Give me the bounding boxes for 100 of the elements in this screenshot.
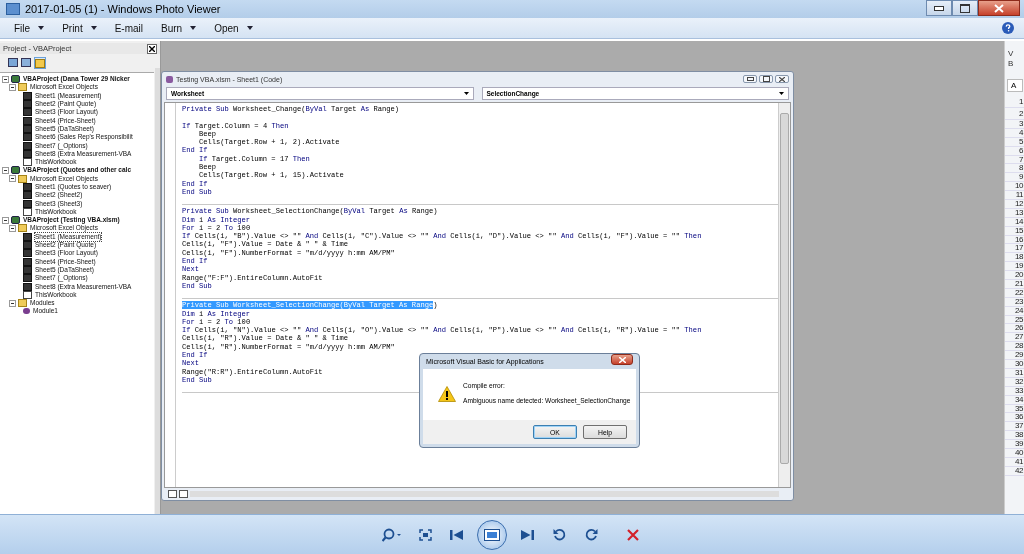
row-number: 26 [1005,324,1024,334]
row-number: 20 [1005,271,1024,281]
row-number: 39 [1005,440,1024,449]
row-number: 13 [1005,208,1024,218]
folder-icon [18,174,27,183]
menu-item[interactable]: Open [210,20,257,36]
row-number: 33 [1005,386,1024,396]
fit-icon [418,528,432,541]
row-number: 32 [1005,377,1024,387]
warning-icon [438,386,456,402]
row-number: 15 [1005,226,1024,236]
code-window-icon [166,75,173,83]
close-icon [618,356,626,363]
row-number: 10 [1005,182,1024,192]
minimize-button[interactable] [743,75,757,83]
folder-icon [18,224,27,233]
full-module-view-icon[interactable] [179,489,188,498]
caret-icon [190,26,197,30]
close-button[interactable] [978,0,1020,16]
row-number: 34 [1005,395,1024,405]
row-number: 30 [1005,360,1024,369]
row-number: 28 [1005,342,1024,352]
row-number: 21 [1005,280,1024,289]
row-number: 22 [1005,288,1024,298]
collapse-icon[interactable] [2,75,9,83]
row-number: 14 [1005,217,1024,227]
row-number: 3 [1005,120,1024,129]
caret-icon [779,92,784,95]
menu-item[interactable]: File [10,20,49,36]
close-icon [779,76,785,82]
row-number: 5 [1005,137,1024,147]
magnifier-icon [382,527,402,542]
caret-icon [463,92,469,95]
collapse-icon[interactable] [9,83,16,91]
row-number: 24 [1005,306,1024,316]
row-number: 11 [1005,191,1024,200]
row-number: 9 [1005,173,1024,183]
row-number: 1 [1005,96,1024,108]
folder-icon [18,299,27,308]
name-box[interactable]: A [1007,79,1023,92]
collapse-icon[interactable] [9,299,16,307]
procedure-view-icon[interactable] [168,489,177,498]
row-number: 36 [1005,413,1024,423]
window-title: 2017-01-05 (1) - Windows Photo Viewer [25,3,221,15]
row-number: 6 [1005,146,1024,156]
row-number: 8 [1005,164,1024,174]
row-number: 4 [1005,128,1024,138]
delete-icon [627,528,639,541]
collapse-icon[interactable] [9,225,16,232]
row-number: 7 [1005,155,1024,165]
project-icon [11,75,20,84]
maximize-button[interactable] [952,0,978,16]
row-number: 16 [1005,235,1024,245]
help-icon[interactable] [1002,22,1014,34]
row-number: 42 [1005,466,1024,476]
workbook-icon [23,207,32,216]
row-number: 29 [1005,351,1024,361]
collapse-icon[interactable] [2,166,9,174]
collapse-icon[interactable] [9,175,16,183]
row-number: 41 [1005,457,1024,467]
workbook-icon [23,290,32,299]
row-number: 17 [1005,244,1024,254]
row-number: 19 [1005,262,1024,272]
workbook-icon [23,158,32,167]
rotate-left-icon [552,528,566,541]
row-number: 2 [1005,108,1024,120]
ribbon-label: B [1008,59,1015,69]
scrollbar[interactable] [778,103,790,487]
caret-icon [246,26,253,30]
ribbon-label: V [1008,49,1015,59]
minimize-button[interactable] [926,0,952,16]
row-number: 35 [1005,404,1024,414]
restore-button[interactable] [759,75,773,83]
previous-icon [450,528,464,541]
rotate-right-icon [584,528,598,541]
slideshow-button[interactable] [477,519,507,550]
row-number: 12 [1005,200,1024,209]
module-icon [23,308,30,315]
row-number: 23 [1005,297,1024,307]
row-number: 27 [1005,333,1024,343]
close-button[interactable] [775,75,789,83]
menu-item[interactable]: E-mail [110,20,148,36]
collapse-icon[interactable] [2,216,9,224]
next-icon [520,528,534,541]
close-icon[interactable] [147,43,157,54]
row-number: 31 [1005,368,1024,378]
row-number: 38 [1005,431,1024,441]
caret-icon [38,26,45,30]
row-number: 37 [1005,422,1024,432]
close-button[interactable] [611,354,633,365]
menu-item[interactable]: Print [58,20,101,36]
row-number: 18 [1005,253,1024,263]
menu-item[interactable]: Burn [157,20,201,36]
close-icon [994,3,1004,13]
caret-icon [90,26,97,30]
row-number: 25 [1005,315,1024,325]
project-icon [11,216,20,225]
row-number: 40 [1005,448,1024,458]
screen-icon [484,528,500,541]
folder-icon [18,83,27,92]
